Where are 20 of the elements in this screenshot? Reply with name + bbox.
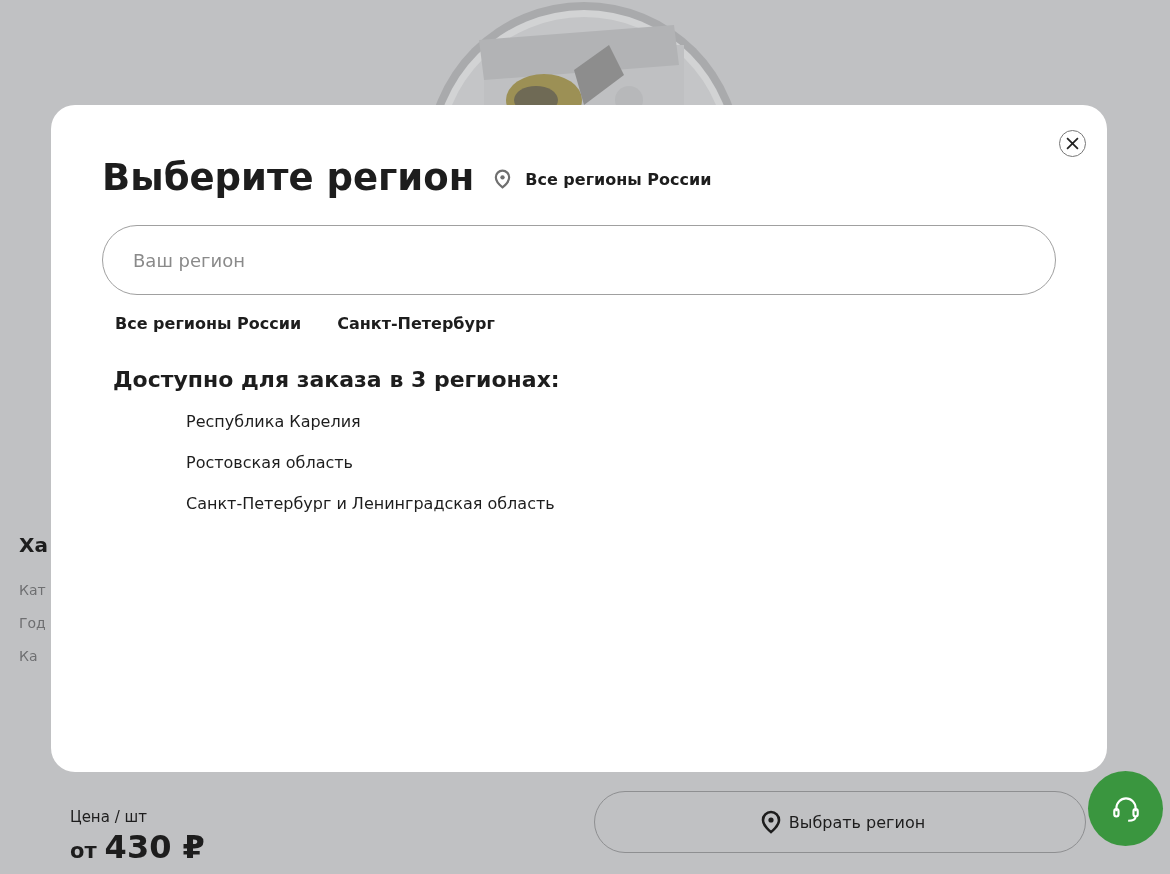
region-item[interactable]: Республика Карелия [186, 412, 1056, 431]
location-pin-icon [494, 169, 512, 189]
property-label: Ка [19, 648, 39, 664]
region-link[interactable]: Санкт-Петербург [337, 314, 495, 333]
close-icon [1066, 137, 1079, 150]
region-item[interactable]: Ростовская область [186, 453, 1056, 472]
property-label: Кат [19, 582, 47, 598]
price-label: Цена / шт [70, 808, 148, 826]
section-title: Ха [19, 533, 49, 557]
region-item[interactable]: Санкт-Петербург и Ленинградская область [186, 494, 1056, 513]
price-prefix: от [70, 839, 97, 863]
current-region: Все регионы России [525, 169, 712, 189]
property-label: Год [19, 615, 47, 631]
search-field[interactable]: Ваш регион [102, 225, 1056, 295]
section-heading: Доступно для заказа в 3 регионах: [113, 367, 561, 392]
dialog-title: Выберите регион [102, 155, 475, 201]
region-link[interactable]: Все регионы России [115, 314, 302, 333]
close-button[interactable] [1059, 130, 1086, 157]
price-value: 430 ₽ [104, 828, 205, 866]
location-pin-icon [760, 810, 781, 834]
